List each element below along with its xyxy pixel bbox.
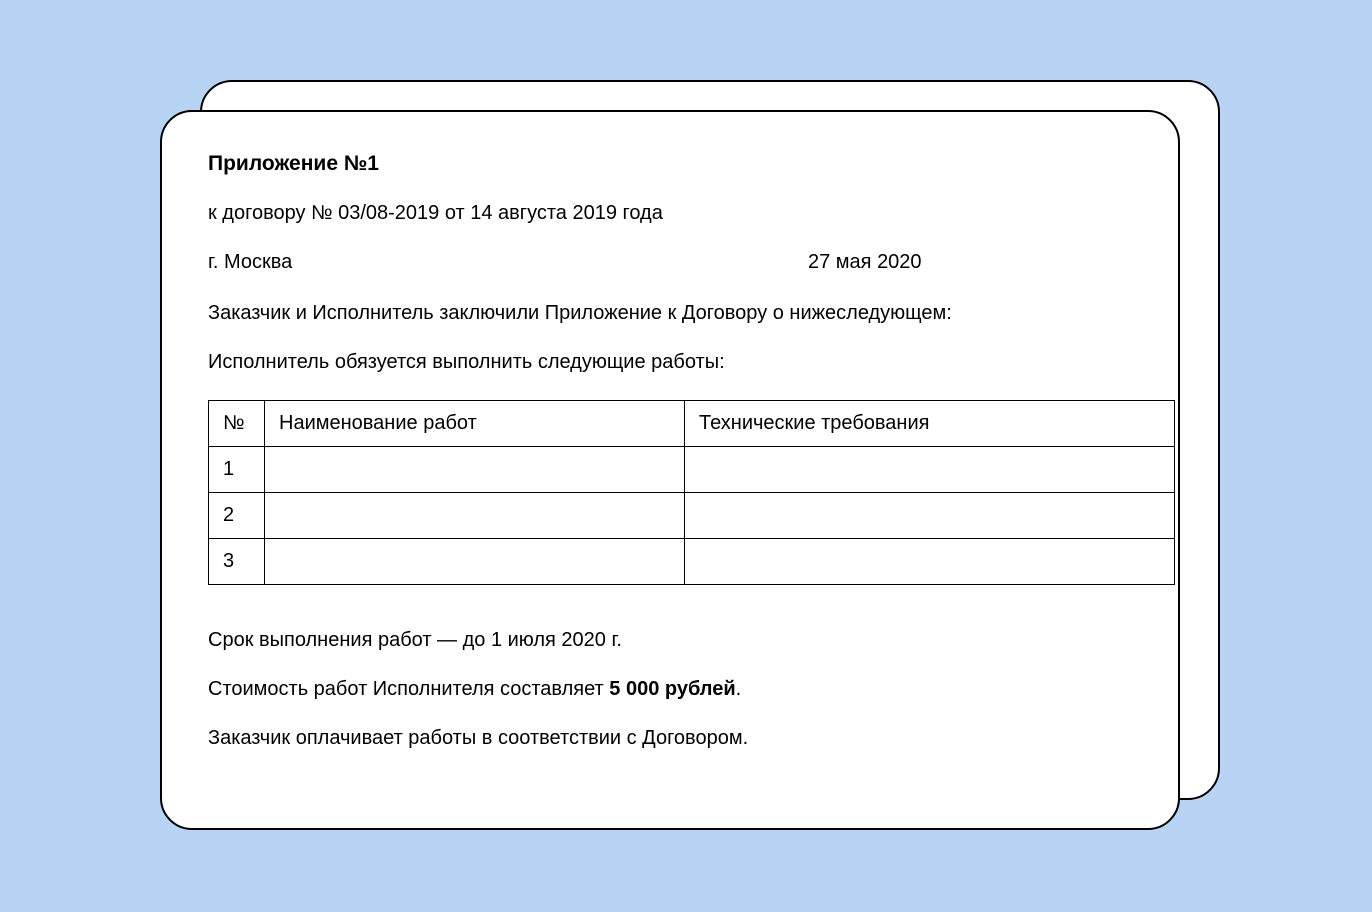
price-suffix: . bbox=[736, 678, 742, 700]
doc-subtitle: к договору № 03/08-2019 от 14 августа 20… bbox=[208, 202, 1132, 225]
doc-place: г. Москва bbox=[208, 251, 808, 274]
cell-req bbox=[685, 447, 1175, 493]
price-value: 5 000 рублей bbox=[609, 678, 735, 700]
table-header-row: № Наименование работ Технические требова… bbox=[209, 401, 1175, 447]
cell-num: 2 bbox=[209, 493, 265, 539]
page-front-sheet: Приложение №1 к договору № 03/08-2019 от… bbox=[160, 110, 1180, 830]
price-prefix: Стоимость работ Исполнителя составляет bbox=[208, 678, 609, 700]
cell-req bbox=[685, 493, 1175, 539]
cell-name bbox=[265, 539, 685, 585]
price-paragraph: Стоимость работ Исполнителя составляет 5… bbox=[208, 678, 1132, 701]
payment-paragraph: Заказчик оплачивает работы в соответстви… bbox=[208, 727, 1132, 750]
header-name: Наименование работ bbox=[265, 401, 685, 447]
cell-num: 3 bbox=[209, 539, 265, 585]
table-row: 3 bbox=[209, 539, 1175, 585]
cell-num: 1 bbox=[209, 447, 265, 493]
table-row: 2 bbox=[209, 493, 1175, 539]
doc-title: Приложение №1 bbox=[208, 152, 1132, 176]
header-req: Технические требования bbox=[685, 401, 1175, 447]
header-num: № bbox=[209, 401, 265, 447]
table-row: 1 bbox=[209, 447, 1175, 493]
doc-date: 27 мая 2020 bbox=[808, 251, 1132, 274]
cell-name bbox=[265, 447, 685, 493]
deadline-paragraph: Срок выполнения работ — до 1 июля 2020 г… bbox=[208, 629, 1132, 652]
cell-req bbox=[685, 539, 1175, 585]
works-table: № Наименование работ Технические требова… bbox=[208, 400, 1175, 585]
place-date-row: г. Москва 27 мая 2020 bbox=[208, 251, 1132, 274]
obligation-paragraph: Исполнитель обязуется выполнить следующи… bbox=[208, 351, 1132, 374]
cell-name bbox=[265, 493, 685, 539]
intro-paragraph: Заказчик и Исполнитель заключили Приложе… bbox=[208, 302, 1132, 325]
